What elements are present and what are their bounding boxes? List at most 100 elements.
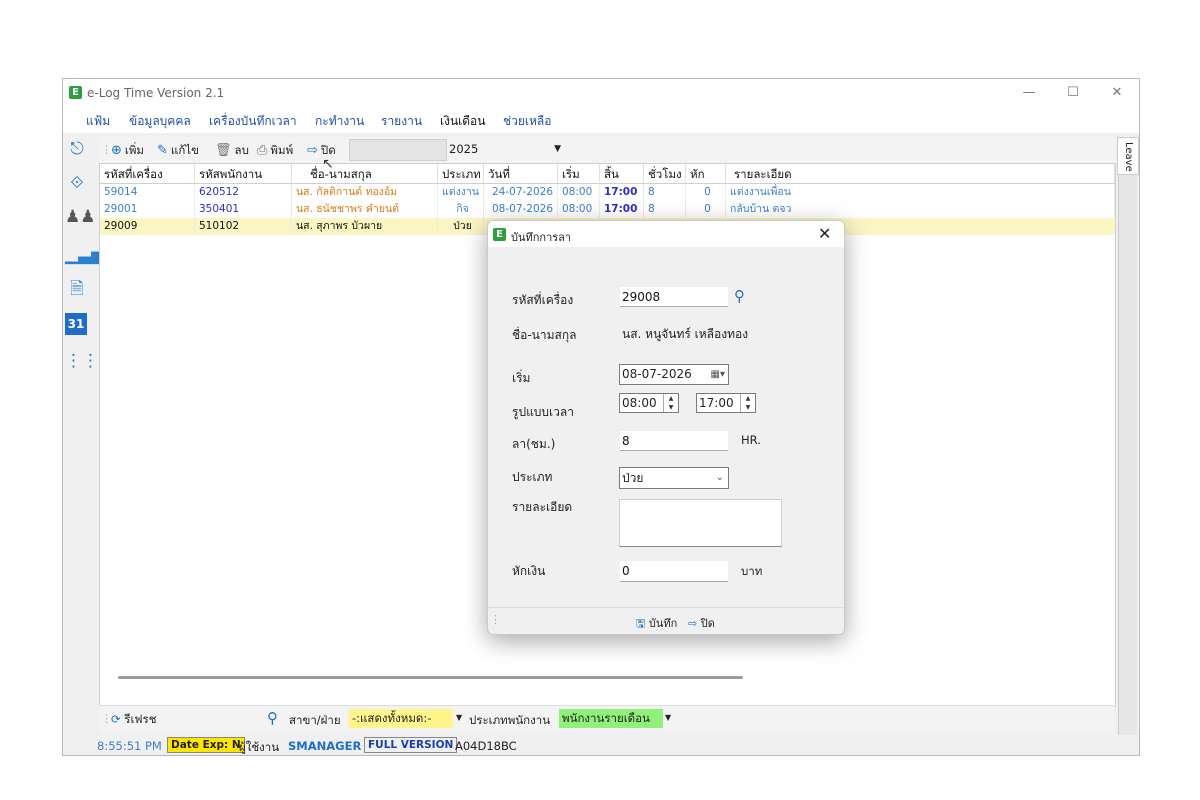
dialog-close-icon[interactable]: ✕ xyxy=(818,224,831,243)
calendar-icon[interactable]: 31 xyxy=(65,313,87,335)
ticket-icon[interactable]: ⟐ xyxy=(65,171,89,195)
branch-select[interactable]: -:แสดงทั้งหมด:- xyxy=(349,709,453,728)
floppy-icon: 🖫 xyxy=(636,617,646,630)
col-header-hours[interactable]: ชั่วโมง xyxy=(644,164,686,184)
cell-detail: แต่งงานเพื่อน xyxy=(726,184,1115,201)
deduct-input[interactable] xyxy=(620,561,728,582)
settings-sliders-icon[interactable]: ⋮⋮ xyxy=(65,349,99,373)
pencil-icon: ✎ xyxy=(157,143,168,158)
add-button[interactable]: ⊕ เพิ่ม xyxy=(111,142,144,160)
sidebar: ⎋ ⟐ ♟♟ ▁▃▅ 🗎 31 ⋮⋮ xyxy=(63,133,104,693)
bottom-filter-bar: ⋮ ⟳ รีเฟรช ⚲ สาขา/ฝ่าย -:แสดงทั้งหมด:- ▼… xyxy=(99,705,1114,732)
col-header-detail[interactable]: รายละเอียด xyxy=(726,164,1115,184)
col-header-date[interactable]: วันที่ xyxy=(484,164,558,184)
col-header-end[interactable]: สิ้น xyxy=(600,164,644,184)
col-header-type[interactable]: ประเภท xyxy=(438,164,484,184)
trash-icon: 🗑 xyxy=(215,143,232,158)
cell-date: 24-07-2026 xyxy=(484,184,558,201)
document-icon[interactable]: 🗎 xyxy=(65,277,89,301)
status-user: SMANAGER xyxy=(288,739,362,753)
detail-label: รายละเอียด xyxy=(512,500,573,514)
name-label: ชื่อ-นามสกุล xyxy=(512,328,577,342)
name-value: นส. หนูจันทร์ เหลืองทอง xyxy=(622,327,749,341)
cell-end: 17:00 xyxy=(600,184,644,201)
minimize-button[interactable]: — xyxy=(1007,79,1051,107)
cell-end: 17:00 xyxy=(600,201,644,218)
calendar-dropdown-icon: ▦▾ xyxy=(710,369,725,380)
people-icon[interactable]: ♟♟ xyxy=(65,205,95,229)
search-box[interactable] xyxy=(349,139,447,161)
deduct-unit: บาท xyxy=(741,564,763,578)
close-window-button[interactable]: ✕ xyxy=(1095,79,1139,107)
hours-input[interactable] xyxy=(620,431,728,451)
menu-file[interactable]: แฟ้ม xyxy=(86,112,110,131)
cell-hours: 8 xyxy=(644,201,686,218)
time-from-spinner[interactable]: 08:00 ▲ ▼ xyxy=(619,393,679,413)
menu-bar: แฟ้ม ข้อมูลบุคคล เครื่องบันทึกเวลา กะทำง… xyxy=(63,107,1139,133)
app-logo-icon: E xyxy=(493,228,506,241)
menu-time-recorder[interactable]: เครื่องบันทึกเวลา xyxy=(209,112,297,131)
cell-date: 08-07-2026 xyxy=(484,201,558,218)
col-header-deduct[interactable]: หัก xyxy=(686,164,726,184)
cell-machine: 29009 xyxy=(100,218,195,235)
cell-emp: 350401 xyxy=(195,201,292,218)
col-header-emp[interactable]: รหัสพนักงาน xyxy=(195,164,292,184)
start-label: เริ่ม xyxy=(512,371,531,385)
cell-machine: 29001 xyxy=(100,201,195,218)
exit-icon: ⇨ xyxy=(307,143,318,158)
machine-input[interactable] xyxy=(620,287,728,307)
table-row[interactable]: 29001 350401 นส. ธนัชชาพร คำยนต์ กิจ 08-… xyxy=(100,201,1115,218)
leave-dialog: E บันทึกการลา ✕ รหัสที่เครื่อง ⚲ ชื่อ-นา… xyxy=(487,220,845,635)
deduct-label: หักเงิน xyxy=(512,564,546,578)
status-version: FULL VERSION xyxy=(364,737,458,753)
chevron-down-icon[interactable]: ▼ xyxy=(456,713,462,722)
dialog-close-button[interactable]: ⇨ ปิด xyxy=(688,614,715,632)
cell-name: นส. สุภาพร บัวผาย xyxy=(292,218,438,235)
year-select[interactable]: 2025 ▼ xyxy=(449,139,563,159)
menu-report[interactable]: รายงาน xyxy=(381,112,422,131)
col-header-start[interactable]: เริ่ม xyxy=(558,164,600,184)
exit-icon: ⇨ xyxy=(688,617,698,630)
fingerprint-icon[interactable]: ⎋ xyxy=(65,137,89,161)
horizontal-scrollbar[interactable] xyxy=(118,676,743,679)
cell-deduct: 0 xyxy=(686,201,726,218)
app-logo-icon: E xyxy=(69,86,82,99)
detail-textarea[interactable] xyxy=(619,499,782,547)
chevron-down-icon[interactable]: ▼ xyxy=(665,713,671,722)
leave-tab[interactable]: Leave xyxy=(1117,137,1139,175)
plus-circle-icon: ⊕ xyxy=(111,143,122,158)
cell-emp: 620512 xyxy=(195,184,292,201)
mouse-cursor-icon: ↖ xyxy=(322,156,334,172)
col-header-machine[interactable]: รหัสที่เครื่อง xyxy=(100,164,195,184)
printer-icon: ⎙ xyxy=(257,143,268,158)
maximize-button[interactable]: ☐ xyxy=(1051,79,1095,107)
search-icon[interactable]: ⚲ xyxy=(267,709,278,727)
type-select[interactable]: ป่วย ⌄ xyxy=(619,467,729,489)
spinner-arrows-icon[interactable]: ▲ ▼ xyxy=(740,394,755,412)
delete-button[interactable]: 🗑 ลบ xyxy=(215,142,249,160)
window-title: e-Log Time Version 2.1 xyxy=(87,86,225,100)
menu-shift[interactable]: กะทำงาน xyxy=(315,112,364,131)
menu-help[interactable]: ช่วยเหลือ xyxy=(503,112,552,131)
emptype-select[interactable]: พนักงานรายเดือน xyxy=(559,709,663,728)
dialog-title-bar: E บันทึกการลา ✕ xyxy=(488,221,844,247)
col-header-name[interactable]: ชื่อ-นามสกุล xyxy=(292,164,438,184)
time-to-spinner[interactable]: 17:00 ▲ ▼ xyxy=(696,393,756,413)
cell-name: นส. กัลติกานต์ ทองอ้ม xyxy=(292,184,438,201)
spinner-arrows-icon[interactable]: ▲ ▼ xyxy=(663,394,678,412)
status-user-label: ผู้ใช้งาน xyxy=(239,740,280,754)
chart-icon[interactable]: ▁▃▅ xyxy=(65,243,104,267)
menu-salary[interactable]: เงินเดือน xyxy=(440,112,485,131)
menu-personal[interactable]: ข้อมูลบุคคล xyxy=(129,112,191,131)
status-code: A04D18BC xyxy=(455,739,517,753)
save-button[interactable]: 🖫 บันทึก xyxy=(636,614,677,634)
refresh-button[interactable]: ⟳ รีเฟรช xyxy=(111,711,157,729)
table-row[interactable]: 59014 620512 นส. กัลติกานต์ ทองอ้ม แต่งง… xyxy=(100,184,1115,201)
search-icon[interactable]: ⚲ xyxy=(734,287,745,305)
cell-emp: 510102 xyxy=(195,218,292,235)
print-button[interactable]: ⎙ พิมพ์ xyxy=(257,142,293,160)
start-date-picker[interactable]: 08-07-2026 ▦▾ xyxy=(619,364,729,385)
edit-button[interactable]: ✎ แก้ไข xyxy=(157,142,199,160)
branch-label: สาขา/ฝ่าย xyxy=(289,713,341,727)
vertical-scrollbar[interactable] xyxy=(1118,175,1137,747)
